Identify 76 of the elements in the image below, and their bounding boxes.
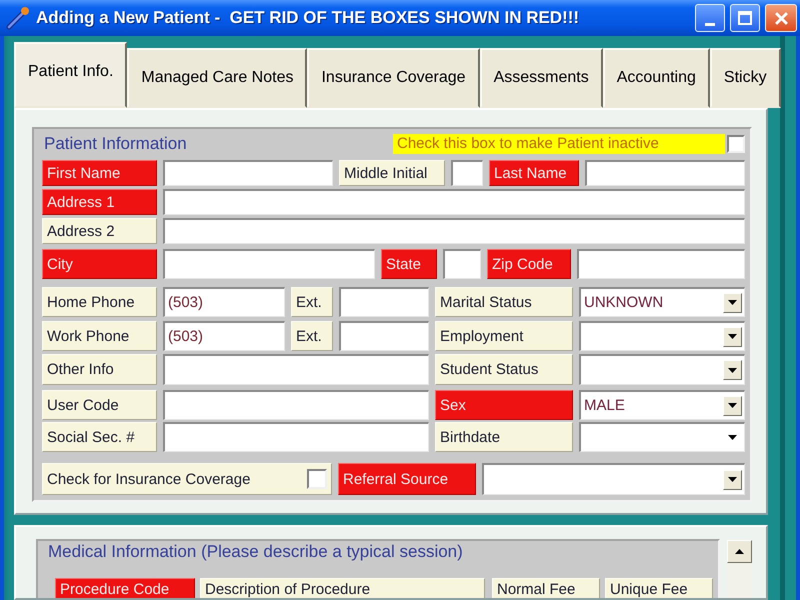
group-title: Patient Information — [44, 134, 187, 154]
close-icon — [774, 12, 788, 24]
column-header: Description of Procedure — [200, 578, 485, 598]
field-label: State — [381, 249, 437, 279]
input-field[interactable] — [443, 249, 481, 279]
caret-down-icon — [728, 300, 737, 305]
window-title: Adding a New Patient - GET RID OF THE BOXES SHOWN IN RED!!! — [36, 8, 580, 28]
input-field[interactable] — [163, 249, 375, 279]
dropdown-button[interactable] — [723, 360, 742, 380]
checkbox[interactable] — [727, 135, 745, 153]
column-header: Unique Fee — [605, 578, 713, 598]
input-field[interactable] — [577, 249, 745, 279]
caret-down-icon — [728, 368, 737, 372]
dropdown[interactable]: MALE — [579, 390, 745, 420]
column-header: Procedure Code — [55, 578, 195, 598]
caret-up-icon — [735, 549, 744, 554]
dropdown-button[interactable] — [723, 292, 742, 312]
maximize-button[interactable] — [730, 4, 760, 32]
checkbox-label: Check for Insurance Coverage — [47, 470, 250, 488]
minimize-button[interactable] — [695, 4, 725, 32]
tab[interactable]: Assessments — [480, 48, 603, 108]
group-title: Medical Information (Please describe a typical session) — [48, 541, 464, 563]
date-picker[interactable] — [579, 422, 745, 452]
field-label: Student Status — [435, 354, 573, 385]
dropdown-button[interactable] — [723, 470, 742, 490]
dropdown[interactable]: UNKNOWN — [579, 287, 745, 317]
field-label: Referral Source — [338, 463, 476, 495]
field-label: Other Info — [42, 354, 157, 385]
dropdown-button[interactable] — [723, 396, 742, 416]
pen-icon — [6, 6, 30, 30]
input-field[interactable] — [585, 160, 745, 186]
field-label: Work Phone — [42, 321, 157, 351]
caret-down-icon — [728, 435, 737, 440]
input-field[interactable] — [339, 321, 429, 351]
field-label: Employment — [435, 321, 573, 351]
field-label: Home Phone — [42, 287, 157, 317]
minimize-icon — [705, 22, 715, 26]
maximize-icon — [738, 11, 752, 25]
input-field[interactable] — [163, 354, 429, 385]
field-label: First Name — [42, 160, 157, 186]
field-label: Last Name — [489, 160, 579, 186]
column-header: Normal Fee — [492, 578, 600, 598]
input-field[interactable] — [163, 160, 333, 186]
inactive-notice: Check this box to make Patient inactive — [393, 134, 725, 154]
field-label: City — [42, 249, 157, 279]
tab[interactable]: Managed Care Notes — [127, 48, 308, 108]
field-label: Address 1 — [42, 189, 157, 215]
caret-down-icon — [728, 477, 737, 482]
field-label: Sex — [435, 390, 573, 420]
tab[interactable]: Insurance Coverage — [307, 48, 480, 108]
dropdown-button[interactable] — [723, 326, 742, 346]
input-field[interactable] — [163, 390, 429, 420]
scroll-up-button[interactable] — [727, 540, 752, 563]
field-label: Birthdate — [435, 422, 573, 452]
tab[interactable]: Sticky — [710, 48, 781, 108]
field-label: Middle Initial — [339, 160, 445, 186]
input-field[interactable] — [451, 160, 483, 186]
caret-down-icon — [728, 334, 737, 339]
tab[interactable]: Accounting — [602, 48, 710, 108]
caret-down-icon — [728, 403, 737, 408]
field-label: Marital Status — [435, 287, 573, 317]
field-label: Address 2 — [42, 218, 157, 244]
checkbox[interactable] — [307, 469, 327, 489]
field-label: Social Sec. # — [42, 422, 157, 452]
input-field[interactable] — [163, 422, 429, 452]
input-field[interactable] — [163, 218, 745, 244]
tab[interactable]: Patient Info. — [14, 42, 128, 108]
field-label: User Code — [42, 390, 157, 420]
field-label: Zip Code — [487, 249, 571, 279]
input-field[interactable]: (503) — [163, 287, 285, 317]
field-label: Ext. — [291, 321, 333, 351]
close-button[interactable] — [765, 4, 797, 32]
input-field[interactable] — [163, 189, 745, 215]
input-field[interactable] — [339, 287, 429, 317]
field-label: Ext. — [291, 287, 333, 317]
input-field[interactable]: (503) — [163, 321, 285, 351]
